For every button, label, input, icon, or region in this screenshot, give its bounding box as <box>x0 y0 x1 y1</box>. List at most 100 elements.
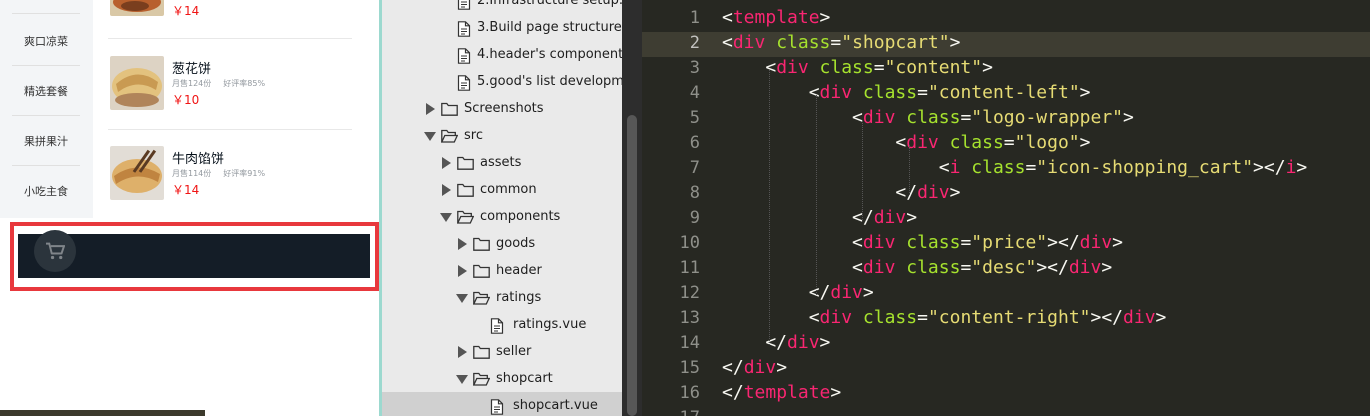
tree-item-label: shopcart.vue <box>513 398 598 413</box>
chevron-down-icon[interactable] <box>455 372 469 386</box>
code-token: div <box>1068 257 1102 278</box>
code-token: div <box>906 132 939 153</box>
code-line[interactable]: </div> <box>722 332 830 353</box>
chevron-right-icon[interactable] <box>455 237 469 251</box>
folder-open-icon <box>473 372 490 386</box>
code-line[interactable]: </div> <box>722 207 917 228</box>
tree-folder-item[interactable]: seller <box>382 338 622 365</box>
code-token: "content" <box>884 57 983 78</box>
file-icon <box>490 317 507 334</box>
code-line[interactable]: <div class="logo-wrapper"> <box>722 107 1134 128</box>
tree-file-item[interactable]: shopcart.vue <box>382 392 622 416</box>
scrollbar-thumb[interactable] <box>627 115 637 416</box>
menu-item[interactable]: 果拼果汁 <box>12 116 80 166</box>
code-token: template <box>732 7 820 28</box>
tree-item-label: ratings.vue <box>513 317 587 332</box>
menu-item[interactable]: 爽口凉菜 <box>12 16 80 66</box>
chevron-right-icon[interactable] <box>439 183 453 197</box>
tree-item-label: components <box>480 209 561 224</box>
code-line[interactable]: <div class="shopcart"> <box>722 32 960 53</box>
code-token: > <box>982 57 993 78</box>
code-token: div <box>819 307 853 328</box>
tree-file-item[interactable]: 5.good's list developm <box>382 68 622 95</box>
tree-folder-item[interactable]: src <box>382 122 622 149</box>
code-token: < <box>722 32 733 53</box>
folder-icon <box>441 102 458 116</box>
tree-folder-item[interactable]: header <box>382 257 622 284</box>
code-token: < <box>722 232 863 253</box>
tree-item-label: Screenshots <box>464 101 544 116</box>
code-line[interactable]: </div> <box>722 357 787 378</box>
code-token: div <box>873 207 907 228</box>
tree-folder-item[interactable]: Screenshots <box>382 95 622 122</box>
code-line[interactable]: <div class="desc"></div> <box>722 257 1112 278</box>
chevron-right-icon[interactable] <box>455 264 469 278</box>
tree-item-label: goods <box>496 236 536 251</box>
menu-item[interactable]: 精选套餐 <box>12 66 80 116</box>
line-number: 11 <box>679 258 700 278</box>
code-token: div <box>1079 232 1113 253</box>
code-line[interactable]: </div> <box>722 282 874 303</box>
tree-file-item[interactable]: 2.Infrastructure setup.md <box>382 0 622 14</box>
chevron-right-icon[interactable] <box>455 345 469 359</box>
folder-icon <box>457 183 474 197</box>
code-line[interactable]: <div class="content"> <box>722 57 993 78</box>
code-line[interactable]: <div class="price"></div> <box>722 232 1123 253</box>
code-token: "price" <box>971 232 1048 253</box>
sidebar-scrollbar[interactable] <box>622 0 642 416</box>
rating-rate: 好评率85% <box>223 79 266 88</box>
code-line[interactable]: <div class="content-left"> <box>722 82 1091 103</box>
code-line[interactable]: <div class="logo"> <box>722 132 1090 153</box>
code-token: > <box>1123 107 1134 128</box>
tree-folder-item[interactable]: components <box>382 203 622 230</box>
tree-folder-item[interactable]: goods <box>382 230 622 257</box>
tree-item-label: ratings <box>496 290 542 305</box>
tree-folder-item[interactable]: ratings <box>382 284 622 311</box>
code-line[interactable]: </div> <box>722 182 960 203</box>
code-line[interactable]: <div class="content-right"></div> <box>722 307 1167 328</box>
food-item[interactable]: 牛肉馅饼 月售114份 好评率91% ￥14 <box>108 146 352 224</box>
file-icon <box>490 398 507 415</box>
line-number: 13 <box>679 308 700 328</box>
tree-file-item[interactable]: ratings.vue <box>382 311 622 338</box>
sell-count: 月售124份 <box>172 79 212 88</box>
food-name: 葱花饼 <box>172 62 212 77</box>
code-token: < <box>722 157 950 178</box>
chevron-right-icon[interactable] <box>439 156 453 170</box>
code-line[interactable]: <i class="icon-shopping_cart"></i> <box>722 157 1308 178</box>
file-icon <box>457 47 471 64</box>
menu-item-top[interactable] <box>12 0 80 14</box>
tree-folder-item[interactable]: common <box>382 176 622 203</box>
code-token: = <box>917 307 928 328</box>
chevron-right-icon[interactable] <box>423 102 437 116</box>
line-number: 5 <box>689 108 700 128</box>
food-extra: 月售114份 好评率91% <box>172 168 277 179</box>
tree-file-item[interactable]: 4.header's component <box>382 41 622 68</box>
code-token: div <box>830 282 863 303</box>
menu-item[interactable]: 小吃主食 <box>12 166 80 216</box>
code-token: = <box>960 232 972 253</box>
tree-folder-item[interactable]: shopcart <box>382 365 622 392</box>
code-token: </ <box>722 182 918 203</box>
tree-folder-item[interactable]: assets <box>382 149 622 176</box>
chevron-down-icon[interactable] <box>423 129 437 143</box>
tree-file-item[interactable]: 3.Build page structure.md <box>382 14 622 41</box>
code-token: "icon-shopping_cart" <box>1036 157 1254 178</box>
code-token: > <box>819 332 831 353</box>
shopping-cart-icon[interactable] <box>34 230 76 272</box>
code-token: > <box>1155 307 1167 328</box>
food-item[interactable]: ￥14 <box>108 0 352 40</box>
code-editor[interactable]: 1 <template> 2 <div class="shopcart"> 3 <div… <box>642 0 1370 416</box>
chevron-down-icon[interactable] <box>455 291 469 305</box>
code-token: "shopcart" <box>841 32 950 53</box>
code-token: "logo" <box>1014 132 1080 153</box>
code-line[interactable]: </template> <box>722 382 841 403</box>
code-token: = <box>960 257 972 278</box>
code-line[interactable]: <template> <box>722 7 830 28</box>
folder-icon <box>457 156 474 170</box>
code-token: = <box>830 32 842 53</box>
chevron-down-icon[interactable] <box>439 210 453 224</box>
food-item[interactable]: 葱花饼 月售124份 好评率85% ￥10 <box>108 56 352 134</box>
